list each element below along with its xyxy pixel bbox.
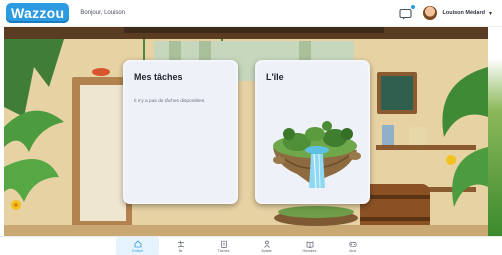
- top-bar: Wazzou Bonjour, Louison Louison Médard ▾: [0, 0, 502, 27]
- island-card[interactable]: L'île: [255, 60, 370, 204]
- notification-badge: [409, 4, 416, 10]
- clipboard-icon: [220, 240, 227, 248]
- my-tasks-card[interactable]: Mes tâches Il n'y a pas de tâches dispon…: [123, 60, 238, 204]
- adjacent-panel-edge: [488, 27, 502, 236]
- nav-item-histoires[interactable]: Histoires: [288, 237, 331, 255]
- message-icon[interactable]: [398, 4, 416, 20]
- person-icon: [263, 240, 270, 248]
- book-icon: [306, 241, 313, 248]
- header-right: Louison Médard ▾: [398, 4, 492, 20]
- nav-label: Jeux: [348, 249, 357, 253]
- bottom-navigation: Enfant Île Tâches Avatar Histoires Jeux: [0, 236, 502, 255]
- nav-label: Enfant: [132, 249, 143, 253]
- nav-label: Tâches: [217, 249, 230, 253]
- app-logo[interactable]: Wazzou: [6, 3, 70, 23]
- nav-label: Histoires: [302, 249, 317, 253]
- home-icon: [134, 240, 141, 248]
- nav-label: Île: [178, 249, 183, 253]
- island-scene-background: [4, 27, 488, 236]
- island-icon: [177, 240, 184, 248]
- user-name[interactable]: Louison Médard: [443, 10, 485, 16]
- nav-item-enfant[interactable]: Enfant: [116, 237, 159, 255]
- nav-item-avatar[interactable]: Avatar: [245, 237, 288, 255]
- island-illustration: [273, 121, 361, 189]
- chevron-down-icon[interactable]: ▾: [489, 10, 492, 17]
- island-title: L'île: [266, 72, 284, 82]
- nav-item-taches[interactable]: Tâches: [202, 237, 245, 255]
- no-tasks-message: Il n'y a pas de tâches disponibles.: [134, 99, 206, 104]
- gamepad-icon: [348, 242, 357, 247]
- my-tasks-title: Mes tâches: [134, 72, 183, 82]
- greeting-text: Bonjour, Louison: [80, 10, 126, 16]
- nav-item-jeux[interactable]: Jeux: [331, 237, 374, 255]
- scene-illustration: [4, 27, 488, 236]
- avatar[interactable]: [422, 6, 437, 20]
- nav-item-ile[interactable]: Île: [159, 237, 202, 255]
- nav-label: Avatar: [261, 249, 272, 253]
